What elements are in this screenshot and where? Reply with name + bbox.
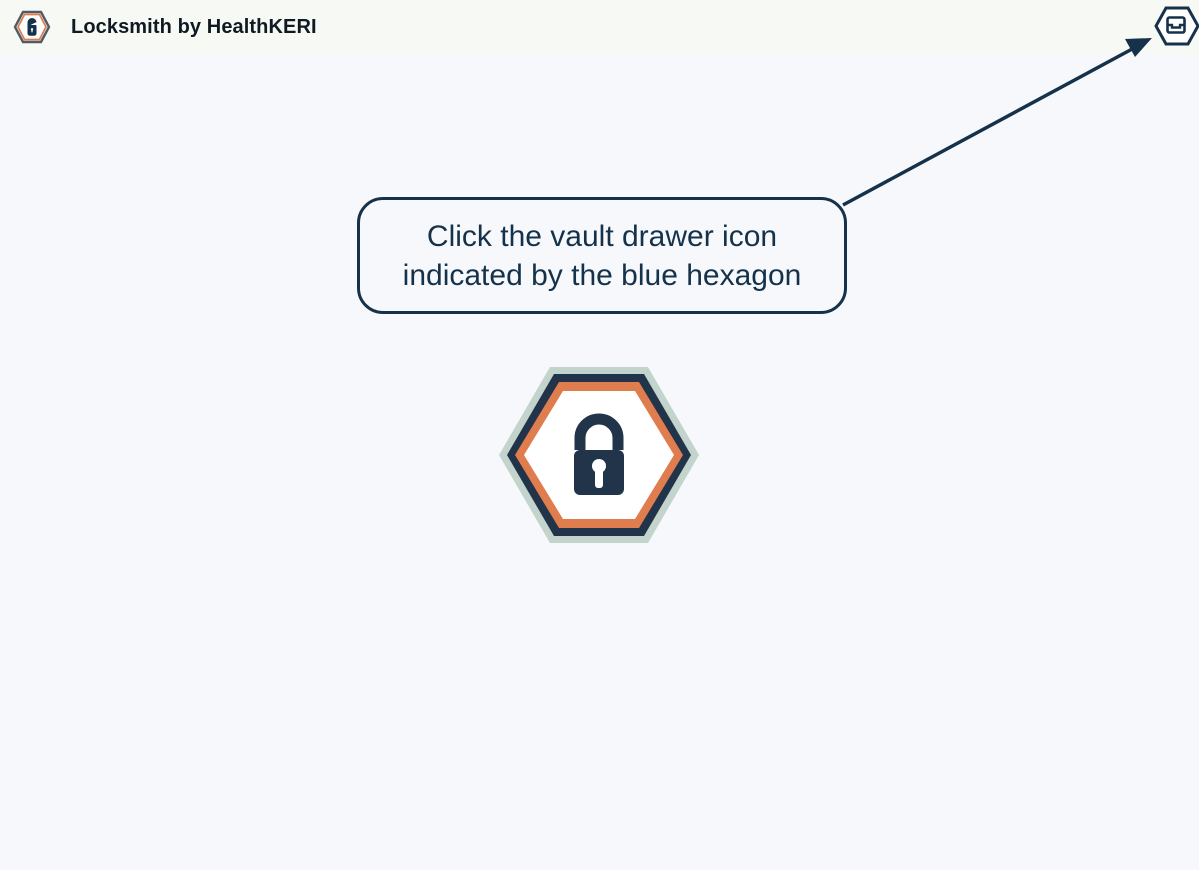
vault-drawer-button[interactable]: [1154, 3, 1199, 49]
locksmith-logo-icon: [13, 10, 51, 44]
app-title: Locksmith by HealthKERI: [71, 16, 317, 38]
locksmith-hexagon-logo-icon: [498, 366, 700, 544]
vault-drawer-icon[interactable]: [1154, 3, 1199, 49]
guide-callout: Click the vault drawer icon indicated by…: [357, 197, 847, 314]
app-window: Locksmith by HealthKERI Click the vault …: [0, 0, 1199, 870]
guide-callout-text: Click the vault drawer icon indicated by…: [402, 219, 802, 292]
top-bar: Locksmith by HealthKERI: [0, 0, 1199, 54]
